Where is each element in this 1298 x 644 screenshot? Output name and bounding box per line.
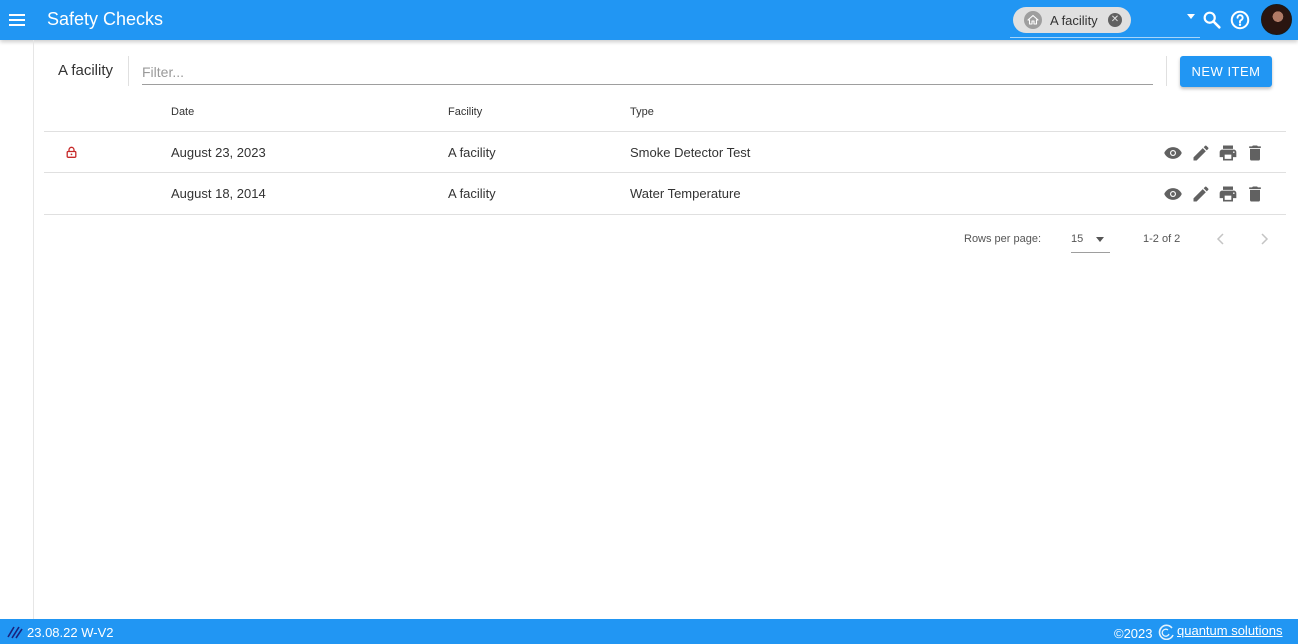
lock-icon	[66, 146, 77, 158]
search-icon[interactable]	[1201, 9, 1223, 31]
facility-select[interactable]: A facility ✕	[1010, 5, 1200, 38]
divider	[1166, 56, 1167, 86]
column-header-date[interactable]: Date	[171, 106, 194, 118]
edit-icon[interactable]	[1191, 143, 1211, 163]
facility-chip-label: A facility	[1050, 12, 1098, 28]
chevron-down-icon[interactable]	[1187, 14, 1195, 19]
close-icon[interactable]: ✕	[1108, 13, 1122, 27]
cell-facility: A facility	[448, 186, 496, 201]
cell-type: Water Temperature	[630, 186, 741, 201]
avatar[interactable]	[1261, 4, 1292, 35]
divider	[44, 214, 1286, 215]
print-icon[interactable]	[1218, 143, 1238, 163]
column-header-facility[interactable]: Facility	[448, 106, 482, 118]
divider	[44, 172, 1286, 173]
edit-icon[interactable]	[1191, 184, 1211, 204]
divider	[128, 56, 129, 86]
rows-per-page-label: Rows per page:	[964, 233, 1042, 245]
rows-per-page-select[interactable]: 15	[1071, 229, 1110, 253]
new-item-button[interactable]: NEW ITEM	[1180, 56, 1272, 87]
cell-facility: A facility	[448, 145, 496, 160]
view-icon[interactable]	[1163, 143, 1183, 163]
home-icon	[1024, 11, 1042, 29]
brand-link[interactable]: quantum solutions	[1177, 623, 1283, 638]
view-icon[interactable]	[1163, 184, 1183, 204]
brand-logo-icon	[1158, 624, 1174, 640]
chevron-left-icon[interactable]	[1213, 230, 1229, 248]
sidebar-divider	[33, 40, 34, 619]
page-range: 1-2 of 2	[1143, 233, 1181, 245]
cell-date: August 23, 2023	[171, 145, 266, 160]
page-title: Safety Checks	[47, 9, 164, 29]
rows-per-page-value: 15	[1071, 233, 1084, 245]
footer: 23.08.22 W-V2 ©2023 quantum solutions	[0, 619, 1298, 644]
facility-chip[interactable]: A facility ✕	[1013, 7, 1131, 33]
version-label: 23.08.22 W-V2	[27, 625, 114, 640]
delete-icon[interactable]	[1245, 184, 1265, 204]
column-header-type[interactable]: Type	[630, 106, 654, 118]
facility-label: A facility	[58, 62, 114, 79]
version-logo-icon	[7, 626, 23, 639]
filter-input[interactable]	[142, 60, 1153, 85]
menu-icon[interactable]	[0, 0, 34, 40]
app-bar: Safety Checks A facility ✕	[0, 0, 1298, 40]
chevron-down-icon	[1096, 237, 1104, 242]
cell-date: August 18, 2014	[171, 186, 266, 201]
copyright-label: ©2023	[1114, 626, 1153, 641]
divider	[44, 131, 1286, 132]
help-icon[interactable]	[1229, 9, 1251, 31]
chevron-right-icon[interactable]	[1256, 230, 1272, 248]
cell-type: Smoke Detector Test	[630, 145, 751, 160]
print-icon[interactable]	[1218, 184, 1238, 204]
delete-icon[interactable]	[1245, 143, 1265, 163]
